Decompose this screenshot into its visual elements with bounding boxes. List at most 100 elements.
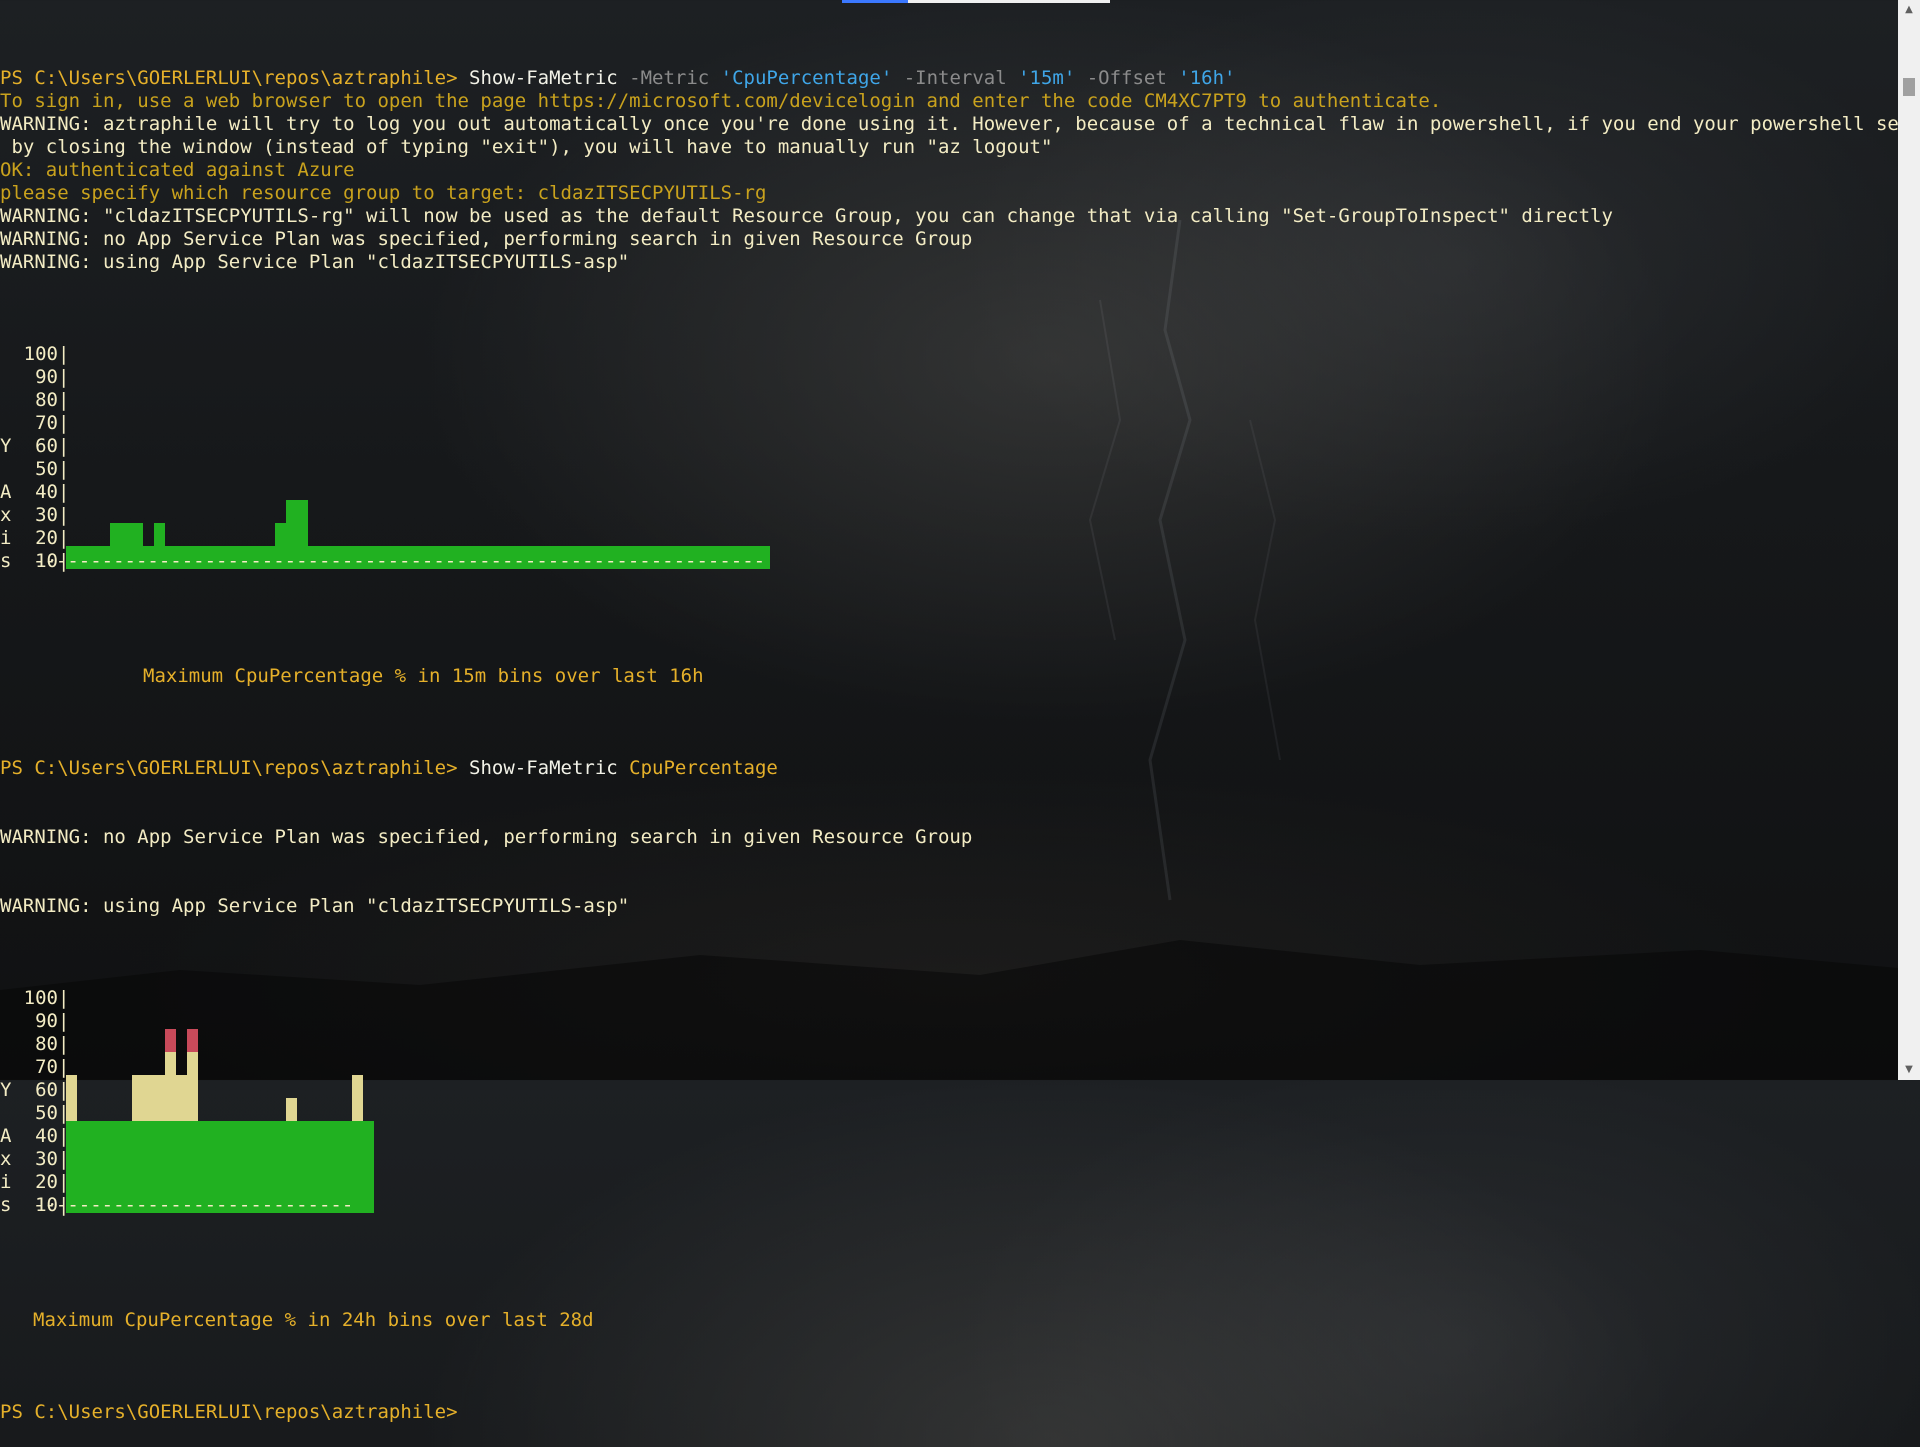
axis-row: x 30 | [0,1148,70,1171]
command-token: -Metric [629,67,721,89]
terminal-output[interactable]: PS C:\Users\GOERLERLUI\repos\aztraphile>… [0,21,1920,1447]
chart-bar [176,1075,187,1121]
axis-row: 80 | [0,1033,70,1056]
command-token: -Interval [903,67,1019,89]
y-tick-label: 30 [35,1148,58,1170]
axis-row: Y 60 | [0,435,70,458]
axis-pipe: | [58,481,70,503]
x-axis-dashes: ----------------------------------------… [33,550,766,572]
command-line: PS C:\Users\GOERLERLUI\repos\aztraphile>… [0,67,1900,90]
active-tab-indicator [842,0,908,3]
axis-letter: i [0,1171,12,1193]
axis-pipe: | [58,458,70,480]
axis-row: i 20 | [0,527,70,550]
axis-letter: s [0,550,12,572]
info-line: please specify which resource group to t… [0,182,767,204]
axis-row: 50 | [0,1102,70,1125]
chart-bar [143,1075,154,1121]
axis-letter: A [0,1125,12,1147]
chart-bar [187,1052,198,1121]
chart-bar [165,1029,176,1052]
warning-line: by closing the window (instead of typing… [0,136,1053,158]
y-tick-label: 90 [35,366,58,388]
chart-bar [352,1075,363,1121]
chart-caption: Maximum CpuPercentage % in 15m bins over… [143,665,704,687]
scroll-thumb[interactable] [1903,78,1915,96]
chart-bar [165,1052,176,1121]
command-token: -Offset [1086,67,1179,89]
prompt-path: PS C:\Users\GOERLERLUI\repos\aztraphile> [0,67,469,89]
vertical-scrollbar[interactable]: ▲ ▼ [1898,0,1920,1080]
axis-pipe: | [58,1033,70,1055]
command-token: Show-FaMetric [469,757,630,779]
axis-pipe: | [58,389,70,411]
chart-bar [187,1029,198,1052]
y-tick-label: 50 [35,1102,58,1124]
axis-letter: A [0,481,12,503]
axis-letter: s [0,1194,12,1216]
axis-row: 70 | [0,412,70,435]
axis-letter: Y [0,1079,12,1101]
command-token: '15m' [1018,67,1087,89]
warning-line: WARNING: "cldazITSECPYUTILS-rg" will now… [0,205,1613,227]
chart-bar [363,1121,374,1213]
y-tick-label: 40 [35,481,58,503]
warning-line: WARNING: no App Service Plan was specifi… [0,228,973,250]
axis-letter: Y [0,435,12,457]
y-tick-label: 20 [35,1171,58,1193]
warning-line: WARNING: aztraphile will try to log you … [0,113,1920,135]
chart-caption: Maximum CpuPercentage % in 24h bins over… [33,1309,594,1331]
axis-pipe: | [58,987,70,1009]
axis-row: i 20 | [0,1171,70,1194]
y-tick-label: 70 [35,1056,58,1078]
warning-line: WARNING: no App Service Plan was specifi… [0,826,973,848]
chart-bar [352,1121,363,1213]
scroll-up-icon[interactable]: ▲ [1898,0,1920,20]
y-tick-label: 100 [23,343,58,365]
axis-pipe: | [58,412,70,434]
command-token: 'CpuPercentage' [720,67,904,89]
chart-bar [286,1098,297,1121]
axis-row: 90 | [0,1010,70,1033]
axis-row: Y 60 | [0,1079,70,1102]
axis-row: 80 | [0,389,70,412]
y-tick-label: 100 [23,987,58,1009]
chart-bar [66,1075,77,1121]
axis-row: 90 | [0,366,70,389]
chart-bar [132,1075,143,1121]
axis-row: x 30 | [0,504,70,527]
axis-row: 100 | [0,987,70,1010]
y-tick-label: 20 [35,527,58,549]
y-axis: 100 | 90 | 80 | 70 | Y 60 | 50 | A 40 | x 30 | i 20 | s 10 | [0,987,70,1217]
axis-pipe: | [58,435,70,457]
y-tick-label: 60 [35,435,58,457]
info-line: To sign in, use a web browser to open th… [0,90,1442,112]
scroll-down-icon[interactable]: ▼ [1898,1060,1920,1080]
command-token: Show-FaMetric [469,67,630,89]
axis-pipe: | [58,504,70,526]
axis-row: A 40 | [0,481,70,504]
axis-pipe: | [58,343,70,365]
axis-letter: x [0,504,12,526]
axis-row: A 40 | [0,1125,70,1148]
y-tick-label: 80 [35,389,58,411]
axis-row: 100 | [0,343,70,366]
x-axis-dashes: ---------------------------- [33,1194,354,1216]
y-axis: 100 | 90 | 80 | 70 | Y 60 | 50 | A 40 | x 30 | i 20 | s 10 | [0,343,70,573]
input-prompt[interactable]: PS C:\Users\GOERLERLUI\repos\aztraphile> [0,1401,1900,1424]
chart-bar [154,1075,165,1121]
y-tick-label: 40 [35,1125,58,1147]
title-tab-strip [842,0,1110,3]
axis-row: 70 | [0,1056,70,1079]
chart-15m-bins: 100 | 90 | 80 | 70 | Y 60 | 50 | A 40 | x 30 | i 20 | s 10 | ---… [0,343,1900,572]
y-tick-label: 30 [35,504,58,526]
warning-line: WARNING: using App Service Plan "cldazIT… [0,895,630,917]
axis-letter: x [0,1148,12,1170]
session-log: PS C:\Users\GOERLERLUI\repos\aztraphile>… [0,67,1920,274]
axis-pipe: | [58,366,70,388]
command-token: '16h' [1178,67,1236,89]
warning-line: WARNING: using App Service Plan "cldazIT… [0,251,630,273]
chart-24h-bins: 100 | 90 | 80 | 70 | Y 60 | 50 | A 40 | x 30 | i 20 | s 10 | ---… [0,987,1900,1216]
y-tick-label: 70 [35,412,58,434]
y-tick-label: 80 [35,1033,58,1055]
